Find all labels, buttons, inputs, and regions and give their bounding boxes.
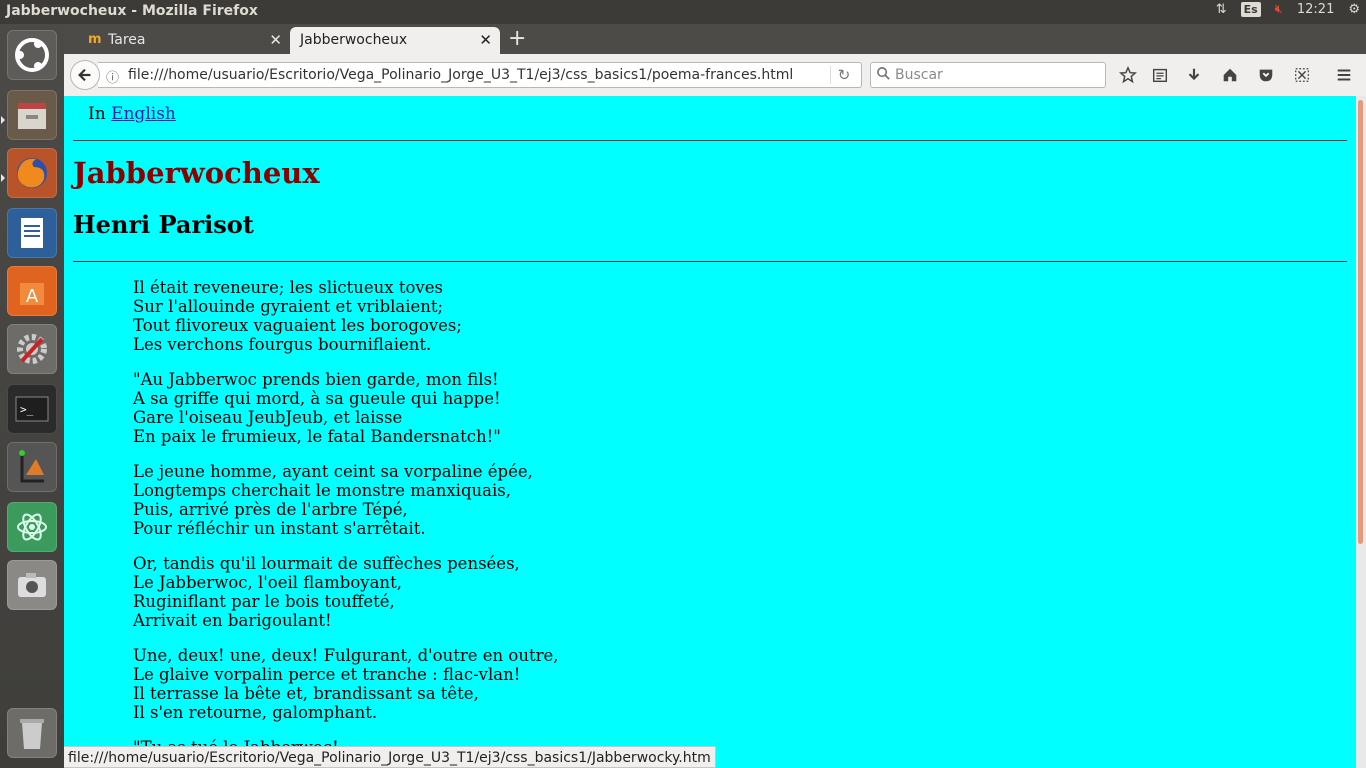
bookmark-star-icon[interactable]	[1116, 64, 1140, 86]
ubuntu-dash-icon[interactable]	[7, 30, 57, 80]
poem-line: Il était reveneure; les slictueux toves	[133, 278, 443, 297]
language-switch: In English	[88, 104, 176, 124]
poem-line: Longtemps cherchait le monstre manxiquai…	[133, 481, 511, 500]
page-title: Jabberwocheux	[73, 156, 320, 190]
screenshot-icon[interactable]	[1290, 64, 1314, 86]
terminal-icon[interactable]: >_	[7, 384, 57, 434]
window-title: Jabberwocheux - Mozilla Firefox	[6, 3, 258, 19]
close-tab-icon[interactable]: ✕	[479, 31, 492, 49]
page-content: In English Jabberwocheux Henri Parisot I…	[64, 96, 1356, 768]
poem-line: Les verchons fourgus bourniflaient.	[133, 335, 432, 354]
poem-line: Sur l'allouinde gyraient et vriblaient;	[133, 297, 444, 316]
divider	[73, 140, 1347, 141]
poem-line: Tout flivoreux vaguaient les borogoves;	[133, 316, 462, 335]
tab-label: Tarea	[108, 32, 146, 48]
clock[interactable]: 12:21	[1297, 2, 1334, 17]
poem-line: En paix le frumieux, le fatal Bandersnat…	[133, 427, 501, 446]
camera-app-icon[interactable]	[7, 560, 57, 610]
poem-line: Pour réfléchir un instant s'arrêtait.	[133, 519, 426, 538]
reload-icon[interactable]: ↻	[830, 66, 857, 84]
home-icon[interactable]	[1218, 64, 1242, 86]
search-input[interactable]: Buscar	[870, 62, 1106, 88]
divider	[73, 261, 1347, 262]
tab-bar: m Tarea ✕ Jabberwocheux ✕ +	[64, 24, 1366, 54]
stanza: Or, tandis qu'il lourmait de suffèches p…	[133, 554, 559, 630]
moodle-favicon-icon: m	[88, 32, 102, 47]
url-bar[interactable]: ⓘ file:///home/usuario/Escritorio/Vega_P…	[98, 62, 862, 88]
volume-muted-icon[interactable]: 🔇︎	[1275, 2, 1283, 17]
info-icon[interactable]: ⓘ	[106, 67, 119, 86]
poem-line: Il s'en retourne, galomphant.	[133, 703, 378, 722]
poem-line: Gare l'oiseau JeubJeub, et laisse	[133, 408, 403, 427]
back-button[interactable]	[70, 60, 100, 90]
poem-line: Arrivait en barigoulant!	[133, 611, 332, 630]
page-scrollbar[interactable]	[1356, 96, 1366, 768]
indicator-area: ⇅ Es 🔇︎ 12:21 ⚙	[1216, 2, 1360, 17]
stanza: Une, deux! une, deux! Fulgurant, d'outre…	[133, 646, 559, 722]
poem-line: A sa griffe qui mord, à sa gueule qui ha…	[133, 389, 501, 408]
poem-line: Une, deux! une, deux! Fulgurant, d'outre…	[133, 646, 559, 665]
software-center-icon[interactable]: A	[7, 266, 57, 316]
poem-line: Or, tandis qu'il lourmait de suffèches p…	[133, 554, 520, 573]
menu-hamburger-icon[interactable]	[1332, 64, 1356, 86]
writer-icon[interactable]	[7, 208, 57, 258]
top-panel: Jabberwocheux - Mozilla Firefox ⇅ Es 🔇︎ …	[0, 0, 1366, 24]
system-settings-icon[interactable]	[7, 324, 57, 374]
stanza: Il était reveneure; les slictueux toves …	[133, 278, 559, 354]
reading-list-icon[interactable]	[1148, 64, 1172, 86]
stanza: Le jeune homme, ayant ceint sa vorpaline…	[133, 462, 559, 538]
firefox-icon[interactable]	[7, 148, 57, 198]
tab-tarea[interactable]: m Tarea ✕	[82, 27, 290, 54]
poem-line: Le glaive vorpalin perce et tranche : fl…	[133, 665, 521, 684]
running-indicator	[1, 116, 5, 124]
network-icon[interactable]: ⇅	[1216, 2, 1227, 17]
tab-label: Jabberwocheux	[300, 32, 408, 48]
back-arrow-icon	[78, 68, 91, 82]
poem-line: Le Jabberwoc, l'oeil flamboyant,	[133, 573, 402, 592]
url-text[interactable]: file:///home/usuario/Escritorio/Vega_Pol…	[128, 67, 793, 83]
downloads-icon[interactable]	[1182, 64, 1206, 86]
poem-line: Ruginiflant par le bois touffeté,	[133, 592, 395, 611]
close-tab-icon[interactable]: ✕	[269, 31, 282, 49]
scrollbar-thumb[interactable]	[1358, 100, 1363, 544]
trash-icon[interactable]	[7, 708, 57, 758]
unity-launcher: A >_	[0, 24, 64, 768]
search-placeholder: Buscar	[895, 67, 943, 83]
poem-line: Il terrasse la bête et, brandissant sa t…	[133, 684, 479, 703]
drawing-app-icon[interactable]	[7, 442, 57, 492]
stanza: "Au Jabberwoc prends bien garde, mon fil…	[133, 370, 559, 446]
atom-editor-icon[interactable]	[7, 502, 57, 552]
poem-line: Le jeune homme, ayant ceint sa vorpaline…	[133, 462, 533, 481]
keyboard-layout-indicator[interactable]: Es	[1240, 2, 1261, 17]
status-bar: file:///home/usuario/Escritorio/Vega_Pol…	[64, 746, 716, 768]
running-indicator	[1, 174, 5, 182]
settings-gear-icon[interactable]: ⚙	[1348, 2, 1360, 17]
poem: Il était reveneure; les slictueux toves …	[133, 278, 559, 768]
files-icon[interactable]	[7, 90, 57, 140]
search-icon	[876, 66, 891, 85]
pocket-icon[interactable]	[1254, 64, 1278, 86]
svg-text:A: A	[26, 286, 39, 307]
poem-line: "Au Jabberwoc prends bien garde, mon fil…	[133, 370, 499, 389]
new-tab-button[interactable]: +	[508, 26, 526, 51]
tab-jabberwocheux[interactable]: Jabberwocheux ✕	[290, 27, 500, 54]
navigation-toolbar: ⓘ file:///home/usuario/Escritorio/Vega_P…	[64, 54, 1366, 97]
language-prefix: In	[88, 104, 106, 124]
english-link[interactable]: English	[111, 104, 176, 124]
svg-text:>_: >_	[20, 403, 34, 416]
author-heading: Henri Parisot	[73, 210, 254, 239]
poem-line: Puis, arrivé près de l'arbre Tépé,	[133, 500, 408, 519]
